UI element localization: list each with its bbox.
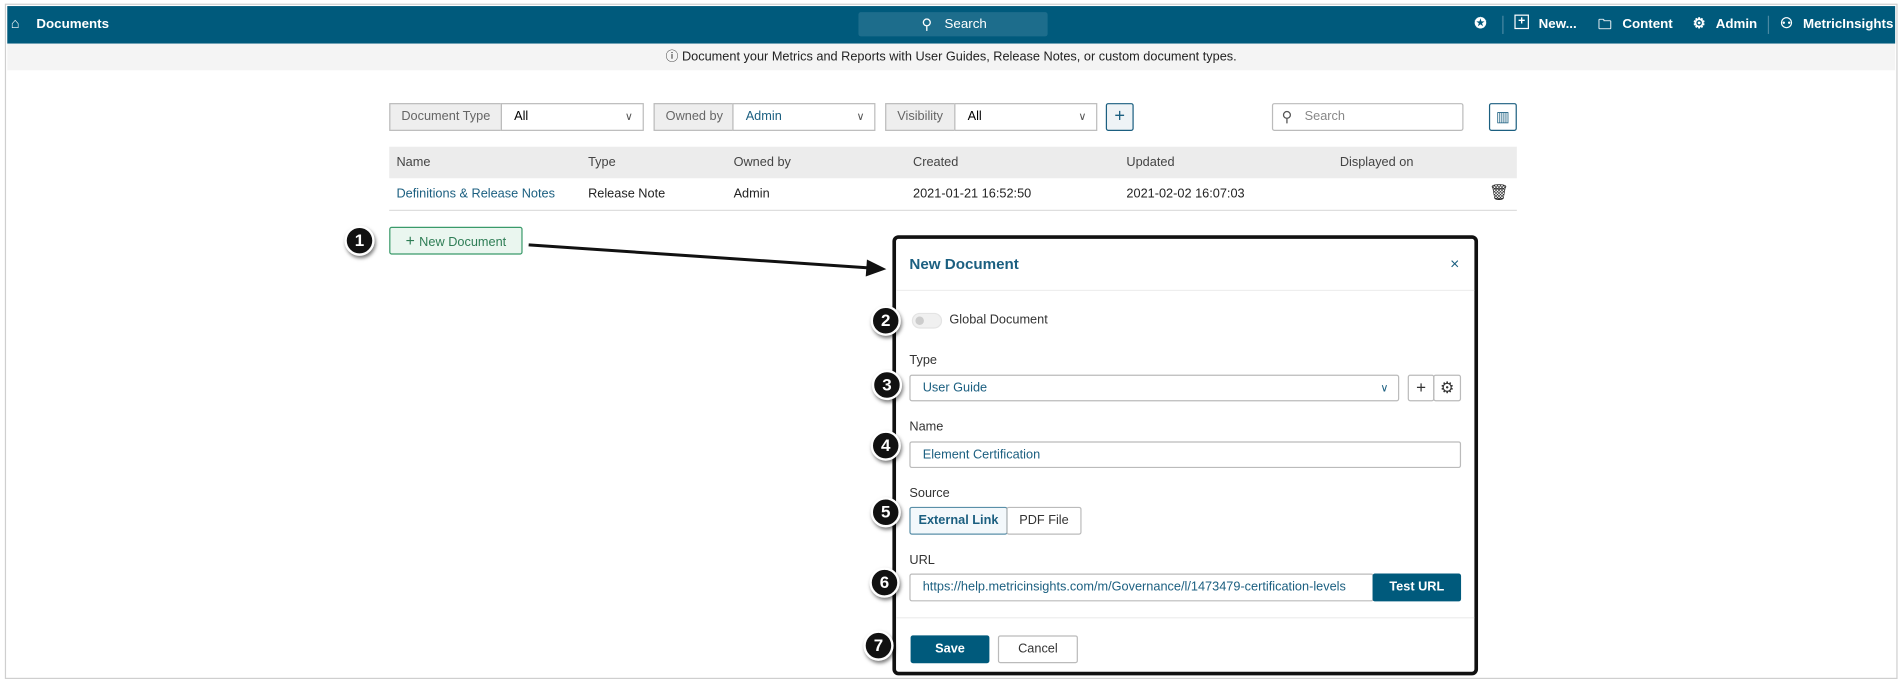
divider (896, 289, 1475, 291)
test-url-button[interactable]: Test URL (1372, 573, 1462, 602)
name-label: Name (909, 419, 944, 435)
name-input[interactable]: Element Certification (909, 441, 1462, 469)
divider (896, 617, 1475, 619)
source-external-link[interactable]: External Link (909, 506, 1008, 535)
save-button[interactable]: Save (910, 635, 990, 664)
url-label: URL (909, 552, 935, 568)
global-document-label: Global Document (949, 312, 1048, 328)
callout-6: 6 (869, 567, 900, 598)
modal-title: New Document (909, 255, 1019, 273)
gear-icon: ⚙ (1440, 378, 1455, 397)
plus-icon: + (1416, 377, 1427, 397)
type-label: Type (909, 352, 937, 368)
source-pdf-file[interactable]: PDF File (1006, 506, 1082, 535)
callout-4: 4 (870, 430, 901, 461)
add-type-button[interactable]: + (1407, 374, 1435, 402)
page: ⌂ Documents ⚲ Search ✪ + New... 🗀 Conten… (0, 0, 1901, 681)
url-input[interactable]: https://help.metricinsights.com/m/Govern… (909, 573, 1374, 602)
callout-5: 5 (870, 497, 901, 528)
callout-7: 7 (863, 630, 894, 661)
type-value: User Guide (922, 380, 988, 396)
callout-3: 3 (871, 369, 903, 401)
type-select[interactable]: User Guide ∨ (909, 374, 1400, 402)
callout-2: 2 (870, 305, 901, 336)
source-label: Source (909, 486, 950, 501)
toggle-knob (915, 316, 924, 325)
callout-1: 1 (344, 225, 375, 256)
chevron-down-icon: ∨ (1380, 381, 1389, 395)
type-settings-button[interactable]: ⚙ (1433, 374, 1462, 402)
cancel-button[interactable]: Cancel (997, 635, 1078, 664)
close-icon[interactable]: × (1450, 255, 1459, 273)
global-document-toggle[interactable] (911, 312, 943, 329)
